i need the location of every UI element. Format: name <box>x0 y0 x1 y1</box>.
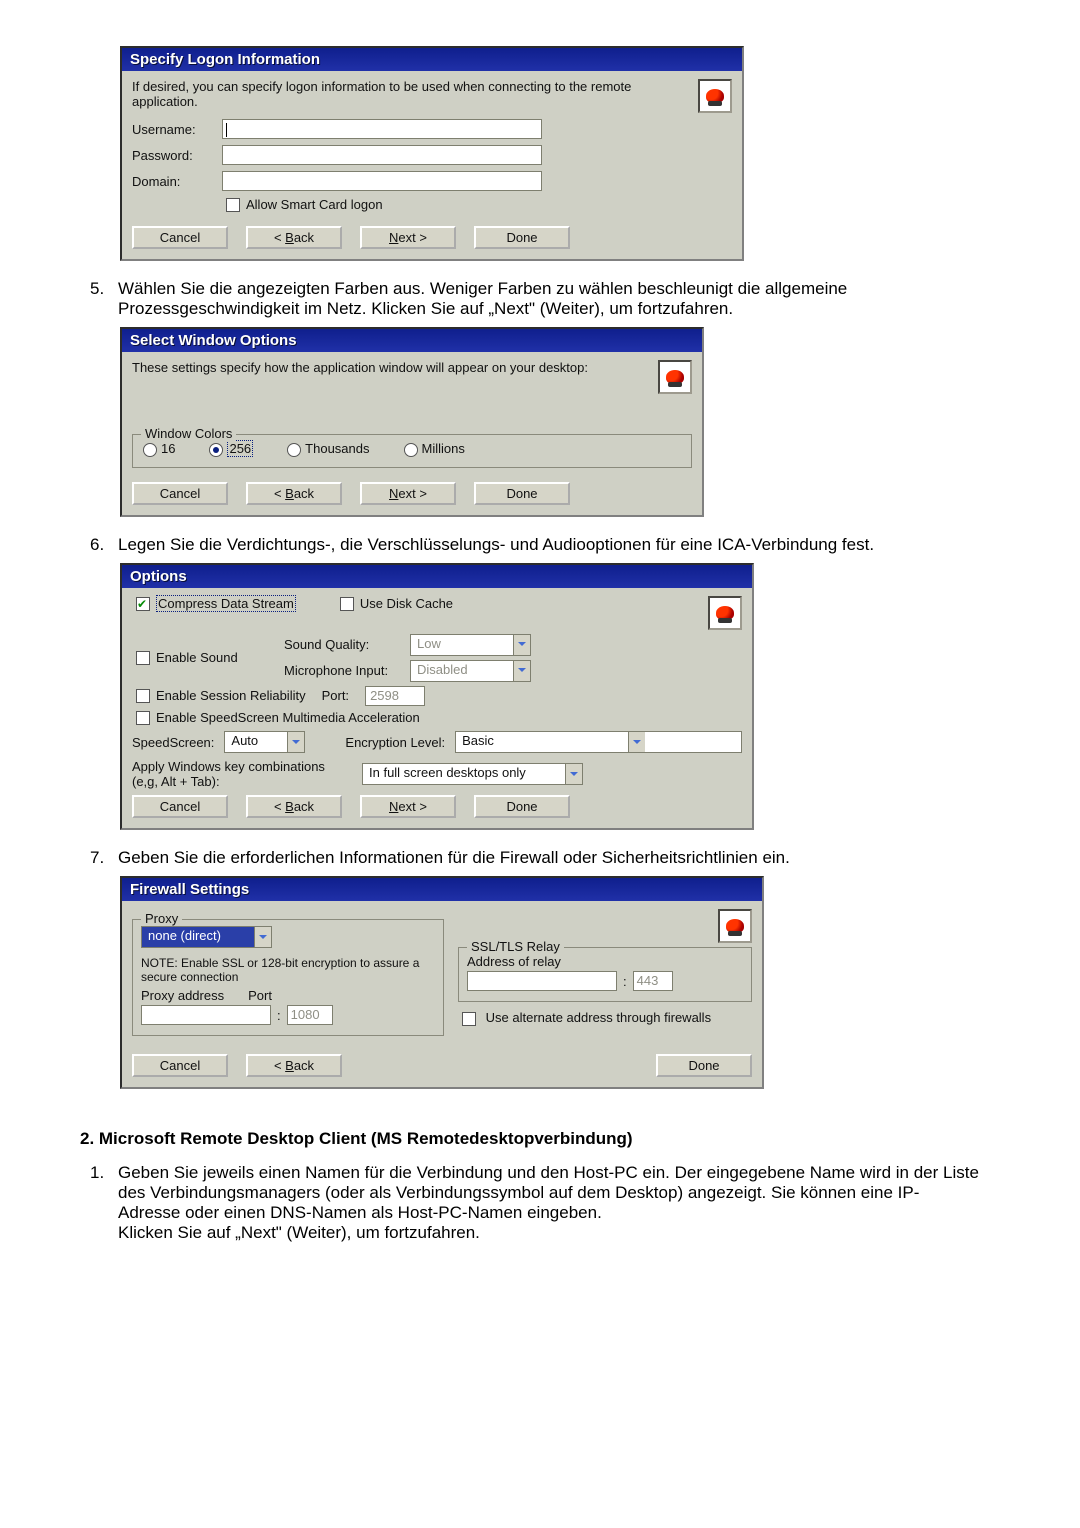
port-label: Port: <box>322 688 349 703</box>
back-button[interactable]: < Back <box>246 226 342 249</box>
proxy-address-input[interactable] <box>141 1005 271 1025</box>
app-icon <box>658 360 692 394</box>
winkey-combo[interactable]: In full screen desktops only <box>362 763 583 785</box>
soundquality-label: Sound Quality: <box>284 637 404 652</box>
cancel-button[interactable]: Cancel <box>132 795 228 818</box>
done-button[interactable]: Done <box>474 795 570 818</box>
radio-16[interactable]: 16 <box>141 441 175 457</box>
logon-intro: If desired, you can specify logon inform… <box>132 79 690 109</box>
app-icon <box>708 596 742 630</box>
mic-label: Microphone Input: <box>284 663 404 678</box>
relay-legend: SSL/TLS Relay <box>467 939 564 954</box>
radio-millions[interactable]: Millions <box>402 441 465 457</box>
next-button[interactable]: Next > <box>360 482 456 505</box>
relay-port-input[interactable]: 443 <box>633 971 673 991</box>
step7-text: Geben Sie die erforderlichen Information… <box>118 848 980 868</box>
diskcache-checkbox[interactable]: Use Disk Cache <box>336 596 453 612</box>
list-number: 7. <box>90 848 118 868</box>
compress-checkbox[interactable]: Compress Data Stream <box>132 596 296 612</box>
done-button[interactable]: Done <box>474 482 570 505</box>
proxy-legend: Proxy <box>141 911 182 926</box>
app-icon <box>698 79 732 113</box>
back-button[interactable]: < Back <box>246 795 342 818</box>
proxy-type-combo[interactable]: none (direct) <box>141 926 272 948</box>
window-colors-group: Window Colors 16 256 Thousands Millions <box>132 434 692 468</box>
proxy-port-label: Port <box>248 988 272 1003</box>
done-button[interactable]: Done <box>656 1054 752 1077</box>
relay-address-input[interactable] <box>467 971 617 991</box>
smartcard-label: Allow Smart Card logon <box>246 197 383 212</box>
mic-combo[interactable]: Disabled <box>410 660 531 682</box>
dialog-title: Firewall Settings <box>122 878 762 901</box>
list-number: 5. <box>90 279 118 319</box>
session-reliability-checkbox[interactable]: Enable Session Reliability <box>132 688 306 704</box>
password-label: Password: <box>132 148 222 163</box>
done-button[interactable]: Done <box>474 226 570 249</box>
section2-step1: Geben Sie jeweils einen Namen für die Ve… <box>118 1163 980 1243</box>
radio-thousands[interactable]: Thousands <box>285 441 369 457</box>
username-label: Username: <box>132 122 222 137</box>
proxy-note: NOTE: Enable SSL or 128-bit encryption t… <box>141 956 435 984</box>
winopt-intro: These settings specify how the applicati… <box>132 360 650 375</box>
dialog-title: Specify Logon Information <box>122 48 742 71</box>
section-2-heading: 2. Microsoft Remote Desktop Client (MS R… <box>80 1129 980 1149</box>
domain-input[interactable] <box>222 171 542 191</box>
winkey-label: Apply Windows key combinations (e,g, Alt… <box>132 759 352 789</box>
relay-address-label: Address of relay <box>467 954 743 969</box>
dialog-title: Options <box>122 565 752 588</box>
list-number: 6. <box>90 535 118 555</box>
username-input[interactable] <box>222 119 542 139</box>
dialog-specify-logon: Specify Logon Information If desired, yo… <box>120 46 744 261</box>
back-button[interactable]: < Back <box>246 1054 342 1077</box>
speedscreen-combo[interactable]: Auto <box>224 731 305 753</box>
window-colors-legend: Window Colors <box>141 426 236 441</box>
step6-text: Legen Sie die Verdichtungs-, die Verschl… <box>118 535 980 555</box>
alt-address-checkbox[interactable] <box>462 1012 476 1026</box>
port-input[interactable]: 2598 <box>365 686 425 706</box>
next-button[interactable]: Next > <box>360 795 456 818</box>
encryption-label: Encryption Level: <box>345 735 445 750</box>
dialog-options: Options Compress Data Stream Use Disk Ca… <box>120 563 754 831</box>
smartcard-checkbox[interactable] <box>226 198 240 212</box>
next-button[interactable]: Next > <box>360 226 456 249</box>
domain-label: Domain: <box>132 174 222 189</box>
proxy-address-label: Proxy address <box>141 988 224 1003</box>
dialog-window-options: Select Window Options These settings spe… <box>120 327 704 517</box>
enablesound-checkbox[interactable]: Enable Sound <box>132 650 272 666</box>
relay-group: SSL/TLS Relay Address of relay : 443 <box>458 947 752 1002</box>
proxy-port-input[interactable]: 1080 <box>287 1005 333 1025</box>
cancel-button[interactable]: Cancel <box>132 1054 228 1077</box>
list-number: 1. <box>90 1163 118 1243</box>
radio-256[interactable]: 256 <box>207 441 253 457</box>
speedscreen-label: SpeedScreen: <box>132 735 214 750</box>
soundquality-combo[interactable]: Low <box>410 634 531 656</box>
app-icon <box>718 909 752 943</box>
encryption-combo[interactable]: Basic <box>455 731 742 753</box>
proxy-group: Proxy none (direct) NOTE: Enable SSL or … <box>132 919 444 1036</box>
step5-text: Wählen Sie die angezeigten Farben aus. W… <box>118 279 980 319</box>
speedscreen-accel-checkbox[interactable]: Enable SpeedScreen Multimedia Accelerati… <box>132 710 420 725</box>
cancel-button[interactable]: Cancel <box>132 226 228 249</box>
back-button[interactable]: < Back <box>246 482 342 505</box>
password-input[interactable] <box>222 145 542 165</box>
dialog-title: Select Window Options <box>122 329 702 352</box>
cancel-button[interactable]: Cancel <box>132 482 228 505</box>
alt-address-label: Use alternate address through firewalls <box>486 1010 711 1025</box>
dialog-firewall: Firewall Settings Proxy none (direct) NO… <box>120 876 764 1089</box>
